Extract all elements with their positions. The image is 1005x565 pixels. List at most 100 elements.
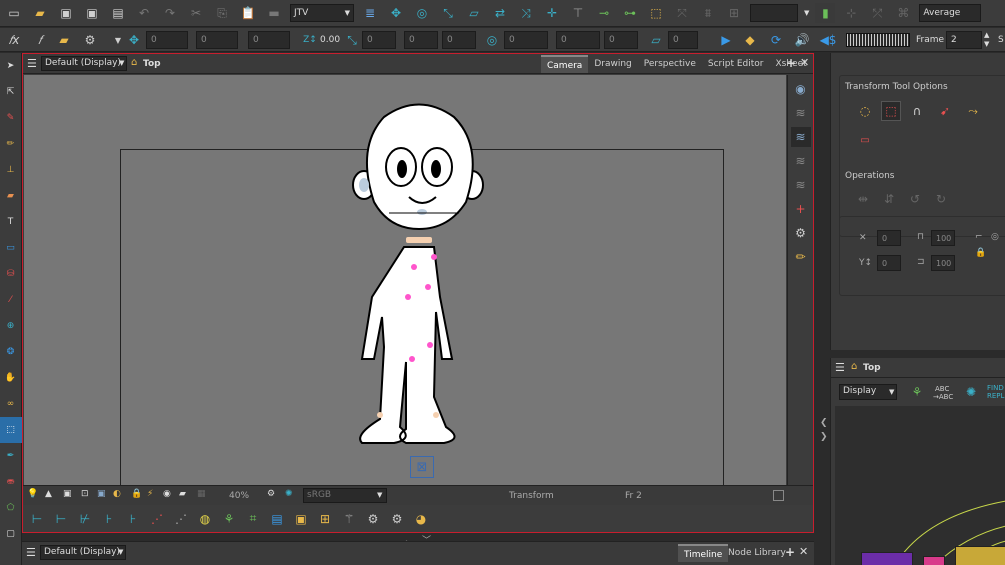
add-view-icon[interactable]: + [786,56,796,70]
z-offset-icon[interactable]: Z↕ [300,30,320,50]
cut-icon[interactable]: ✂ [186,3,206,23]
collapse-left-icon[interactable]: ❮ [820,418,828,428]
tab-timeline[interactable]: Timeline [678,544,729,562]
target-icon[interactable]: ◎ [412,3,432,23]
cross-frame-icon[interactable]: ⊞ [315,509,335,529]
tab-script-editor[interactable]: Script Editor [702,55,770,73]
gear-icon[interactable]: ⚙ [267,489,275,499]
rotate-y-field[interactable]: 0 [556,31,600,49]
frame-stepper-down-icon[interactable]: ▼ [984,40,989,48]
x-position-field[interactable]: 0 [146,31,188,49]
node-purple[interactable] [861,552,913,565]
copy-icon[interactable]: ⎘ [212,3,232,23]
collapse-right-icon[interactable]: ❯ [820,432,828,442]
layer-dark-icon[interactable]: ≋ [791,175,811,195]
rotate-z-field[interactable]: 0 [604,31,638,49]
preview-icon[interactable]: ▣ [97,489,106,499]
marquee-icon[interactable]: ⬚ [881,101,901,121]
layer-light-icon[interactable]: ≋ [791,151,811,171]
transform-w-field[interactable]: 100 [931,230,955,246]
tool-e-icon[interactable]: ⤱ [867,3,887,23]
node-yellow[interactable] [955,546,1005,565]
flip-icon[interactable]: ⇄ [490,3,510,23]
node-canvas[interactable] [835,406,1005,565]
move-icon[interactable]: ✥ [124,30,144,50]
pivot-tool-icon[interactable]: ⊕ [0,313,22,339]
library-icon[interactable]: ≣ [360,3,380,23]
deform-add-icon[interactable]: ⊦ [99,509,119,529]
blend-select[interactable]: Average [919,4,982,22]
scale-x-field[interactable]: 0 [362,31,396,49]
chevron-down-icon[interactable]: ▼ [804,9,809,17]
close-icon[interactable]: ✕ [800,56,809,69]
scale-y-field[interactable]: 0 [404,31,438,49]
peg-icon[interactable]: ⊤ [568,3,588,23]
tab-camera[interactable]: Camera [541,55,589,73]
paint-bucket-tool-icon[interactable]: ⛁ [0,261,22,287]
tab-node-library[interactable]: Node Library [722,544,792,562]
menu-icon[interactable]: ☰ [27,57,37,70]
lightbulb-icon[interactable]: ◍ [195,509,215,529]
lock-ratio-icon[interactable]: 🔒 [975,248,986,258]
transform-tool-icon[interactable]: ⬚ [0,417,22,443]
pencil-tool-icon[interactable]: ✏ [0,131,22,157]
sound-icon[interactable]: 🔊 [792,30,812,50]
rotate-icon[interactable]: ◎ [482,30,502,50]
select-tool-icon[interactable]: ➤ [0,53,22,79]
transform-x-field[interactable]: 0 [877,230,901,246]
rig-lock-icon[interactable]: ⊢ [51,509,71,529]
brush-tool-icon[interactable]: ✎ [0,105,22,131]
composite-icon[interactable]: ⚘ [907,382,927,402]
rotate-ccw-icon[interactable]: ↺ [905,189,925,209]
tool-c-icon[interactable]: ⊞ [724,3,744,23]
bone-tool-icon[interactable]: ∞ [0,391,22,417]
scale-icon[interactable]: ⤡ [438,3,458,23]
bird-icon[interactable]: ⚚ [339,509,359,529]
pivot-icon[interactable]: ✥ [386,3,406,23]
small-marquee-icon[interactable]: ▭ [855,130,875,150]
chevron-down-icon[interactable]: ▼ [118,548,123,556]
zoom-value[interactable]: 40% [229,491,249,501]
pivot-radio-icon[interactable]: ◎ [991,232,999,242]
grid-icon[interactable]: ▦ [197,489,206,499]
stamp-tool-icon[interactable]: ⊥ [0,157,22,183]
hierarchy-icon[interactable]: ⊶ [620,3,640,23]
open-button-icon[interactable]: ▰ [54,30,74,50]
node-pink[interactable] [923,556,945,565]
color-space-select[interactable]: sRGB [303,488,387,503]
view-checkbox[interactable] [773,490,784,501]
deform-plus-icon[interactable]: ⊦ [123,509,143,529]
lock-icon[interactable]: 🔒 [131,489,142,499]
dropper-tool-icon[interactable]: ⁄ [0,287,22,313]
add-view-icon[interactable]: + [785,545,795,559]
function-icon[interactable]: 𝑓x [4,30,24,50]
node-link-icon[interactable]: ⊸ [594,3,614,23]
gear-icon[interactable]: ⚙ [791,223,811,243]
tool-a-icon[interactable]: ⤧ [672,3,692,23]
scale-handle-icon[interactable]: ⤡ [342,30,362,50]
layer-selected-icon[interactable]: ≋ [790,127,811,147]
cutter-tool-icon[interactable]: ✒ [0,443,22,469]
renderer-select[interactable]: JTV ▼ [290,4,354,22]
color-swatch-icon[interactable]: ▮ [815,3,836,23]
bone-select-icon[interactable]: ⤳ [963,101,983,121]
skew-icon[interactable]: ▱ [464,3,484,23]
pencil-icon[interactable]: ✏ [791,247,811,267]
mask-icon[interactable]: ◐ [113,489,121,499]
network-icon[interactable]: ⌗ [243,509,263,529]
character-drawing[interactable] [344,97,494,447]
measure-icon[interactable]: ⋰ [171,509,191,529]
safe-area-icon[interactable]: ⊡ [81,489,89,499]
frame-icon[interactable]: ▣ [63,489,72,499]
stack-icon[interactable]: ▤ [267,509,287,529]
ink-tool-icon[interactable]: ⛂ [0,469,22,495]
deform-x-icon[interactable]: ⊬ [75,509,95,529]
transform-y-field[interactable]: 0 [877,255,901,271]
gear-icon[interactable]: ⚙ [387,509,407,529]
rectangle-tool-icon[interactable]: ▭ [0,235,22,261]
contour-select-tool-icon[interactable]: ⇱ [0,79,22,105]
loop-icon[interactable]: ⟳ [766,30,786,50]
layer-stack-icon[interactable]: ≋ [791,103,811,123]
skew-field[interactable]: 0 [668,31,698,49]
lasso-icon[interactable]: ◌ [855,101,875,121]
